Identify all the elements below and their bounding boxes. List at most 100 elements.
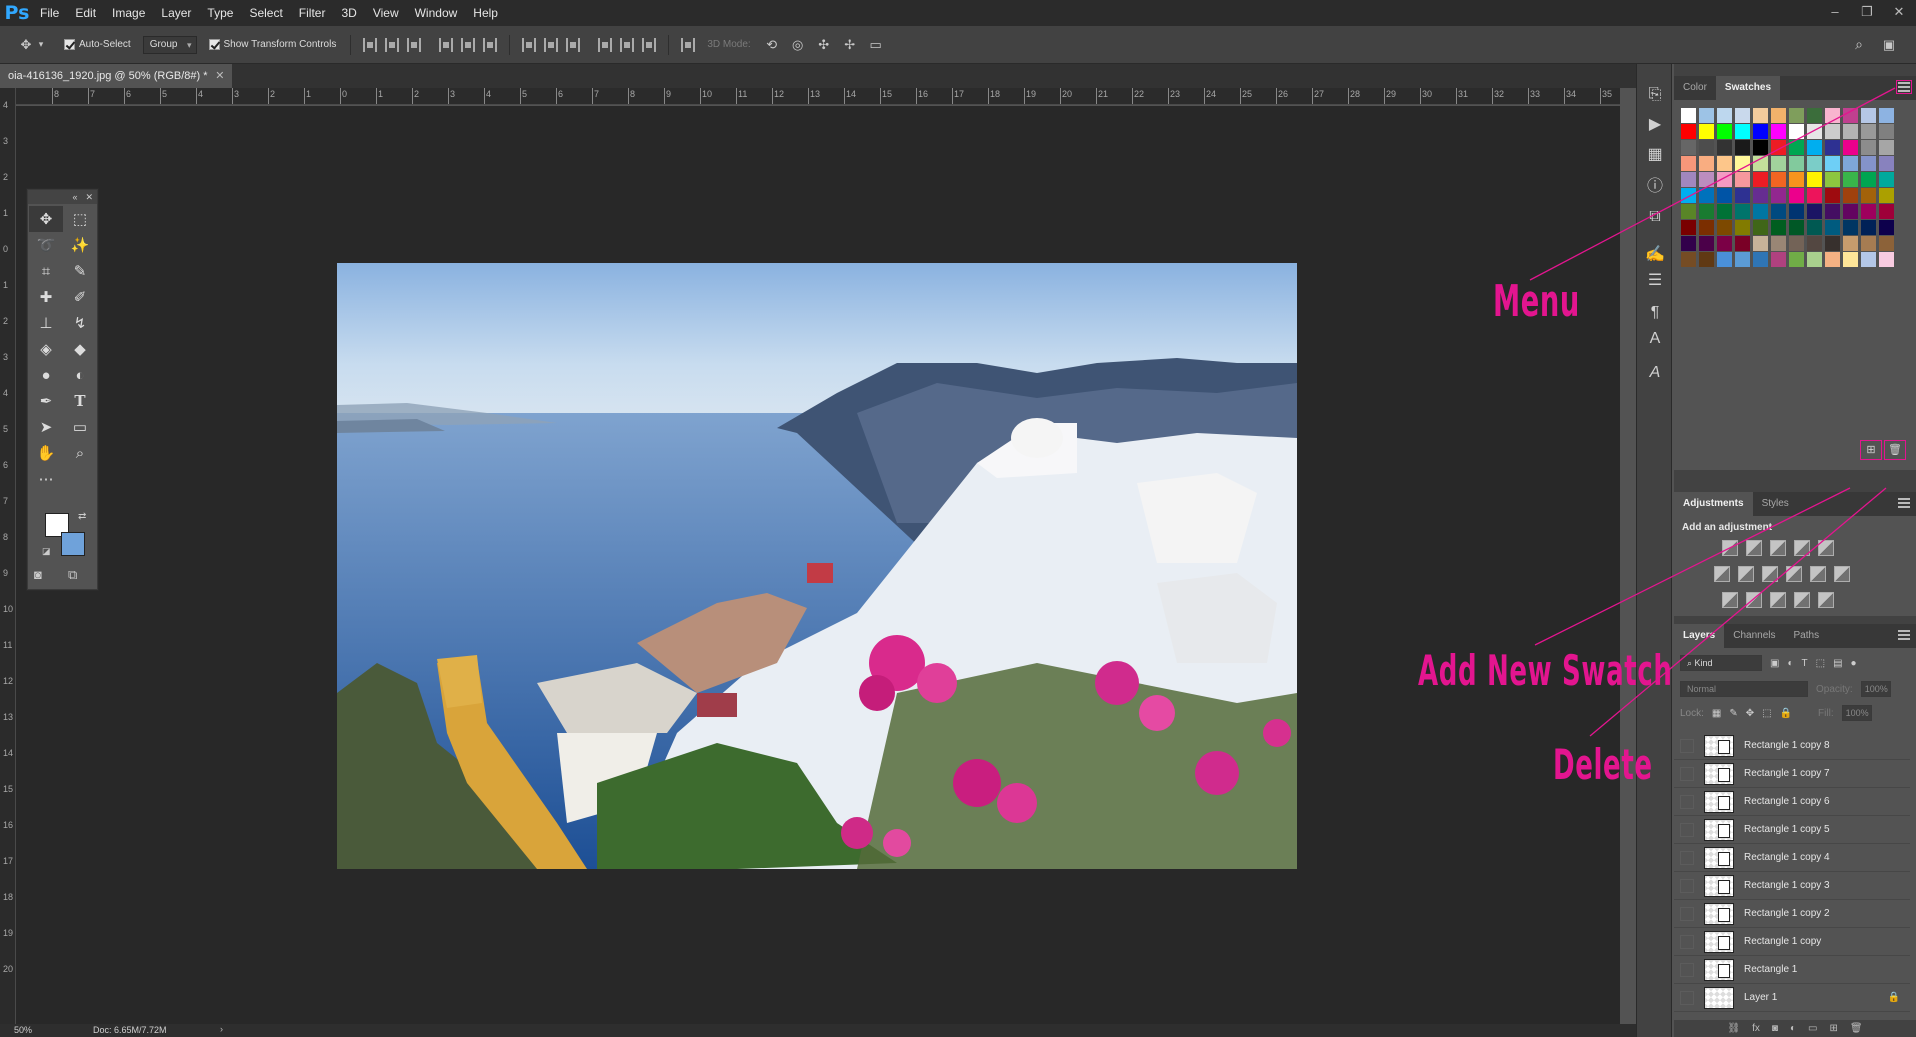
color-swatch[interactable] (1681, 236, 1696, 251)
color-swatch[interactable] (1807, 204, 1822, 219)
color-swatch[interactable] (1699, 156, 1714, 171)
color-swatch[interactable] (1681, 156, 1696, 171)
color-swatch[interactable] (1681, 204, 1696, 219)
brush-tool-icon[interactable]: ✐ (63, 284, 97, 310)
blend-mode-dropdown[interactable]: Normal (1680, 681, 1808, 697)
menu-image[interactable]: Image (104, 0, 153, 26)
link-layers-icon[interactable]: ⛓ (1727, 1020, 1740, 1037)
rectangle-tool-icon[interactable]: ▭ (63, 414, 97, 440)
color-swatch[interactable] (1807, 236, 1822, 251)
align-right-icon[interactable] (483, 37, 498, 52)
3d-slide-icon[interactable]: ✢ (842, 37, 858, 53)
type-tool-icon[interactable]: T (63, 388, 97, 414)
color-swatch[interactable] (1771, 252, 1786, 267)
fill-field[interactable]: 100% (1841, 705, 1872, 721)
lock-position-icon[interactable]: ✥ (1746, 708, 1754, 719)
selective-color-icon[interactable] (1794, 592, 1810, 608)
layer-visibility-icon[interactable] (1680, 850, 1694, 865)
3d-pan-icon[interactable]: ✣ (816, 37, 832, 53)
layer-filter-kind-dropdown[interactable]: ⌕ Kind (1680, 655, 1762, 671)
tab-adjustments[interactable]: Adjustments (1674, 492, 1753, 516)
color-swatch[interactable] (1771, 204, 1786, 219)
layer-visibility-icon[interactable] (1680, 962, 1694, 977)
color-swatch[interactable] (1879, 252, 1894, 267)
minimize-button[interactable]: – (1824, 2, 1846, 22)
color-swatch[interactable] (1861, 140, 1876, 155)
path-selection-tool-icon[interactable]: ➤ (29, 414, 63, 440)
clone-source-icon[interactable]: ⧉ (1637, 208, 1673, 226)
color-swatch[interactable] (1807, 188, 1822, 203)
workspace-icon[interactable]: ▣ (1881, 37, 1897, 53)
filter-adjustment-icon[interactable]: ◐ (1787, 658, 1793, 669)
color-swatch[interactable] (1699, 236, 1714, 251)
color-swatch[interactable] (1807, 108, 1822, 123)
document-image[interactable] (337, 263, 1297, 869)
history-brush-tool-icon[interactable]: ↯ (63, 310, 97, 336)
color-swatch[interactable] (1753, 156, 1768, 171)
lock-all-icon[interactable]: 🔒 (1780, 708, 1792, 719)
glyphs-icon[interactable]: A (1637, 364, 1673, 382)
layer-visibility-icon[interactable] (1680, 934, 1694, 949)
close-panel-icon[interactable]: ✕ (85, 190, 93, 204)
hand-tool-icon[interactable]: ✋ (29, 440, 63, 466)
opacity-field[interactable]: 100% (1860, 681, 1891, 697)
menu-type[interactable]: Type (199, 0, 241, 26)
color-swatch[interactable] (1771, 140, 1786, 155)
color-swatch[interactable] (1717, 252, 1732, 267)
filter-smart-object-icon[interactable]: ▤ (1833, 658, 1842, 669)
color-swatch[interactable] (1825, 188, 1840, 203)
menu-view[interactable]: View (365, 0, 407, 26)
layer-row[interactable]: Rectangle 1 copy 5 (1674, 816, 1910, 844)
align-vertical-center-icon[interactable] (385, 37, 400, 52)
brightness-contrast-icon[interactable] (1722, 540, 1738, 556)
dodge-tool-icon[interactable]: ◐ (63, 362, 97, 388)
layer-visibility-icon[interactable] (1680, 766, 1694, 781)
color-swatch[interactable] (1879, 108, 1894, 123)
color-swatch[interactable] (1699, 124, 1714, 139)
color-swatch[interactable] (1825, 140, 1840, 155)
color-swatch[interactable] (1843, 220, 1858, 235)
color-swatch[interactable] (1807, 252, 1822, 267)
menu-help[interactable]: Help (465, 0, 506, 26)
filter-pixel-icon[interactable]: ▣ (1770, 658, 1779, 669)
threshold-icon[interactable] (1770, 592, 1786, 608)
auto-select-target-dropdown[interactable]: Group (142, 35, 197, 54)
color-swatch[interactable] (1861, 188, 1876, 203)
color-swatch[interactable] (1681, 172, 1696, 187)
color-swatch[interactable] (1753, 172, 1768, 187)
zoom-level[interactable]: 50% (14, 1025, 32, 1035)
actions-play-icon[interactable]: ▶ (1637, 114, 1673, 134)
adjustments-panel-menu-icon[interactable] (1898, 498, 1910, 508)
document-tab[interactable]: oia-416136_1920.jpg @ 50% (RGB/8#) * ✕ (0, 64, 232, 88)
color-swatch[interactable] (1843, 140, 1858, 155)
color-swatch[interactable] (1843, 236, 1858, 251)
color-swatch[interactable] (1861, 236, 1876, 251)
color-swatch[interactable] (1681, 220, 1696, 235)
tab-color[interactable]: Color (1674, 76, 1716, 100)
distribute-left-icon[interactable] (598, 37, 613, 52)
paragraph-styles-icon[interactable]: ¶ (1637, 304, 1673, 322)
move-tool-icon[interactable]: ✥ (29, 206, 63, 232)
color-swatch[interactable] (1717, 204, 1732, 219)
layers-panel-menu-icon[interactable] (1898, 630, 1910, 640)
add-mask-icon[interactable]: ◙ (1772, 1020, 1778, 1037)
pen-tool-icon[interactable]: ✒ (29, 388, 63, 414)
layer-thumbnail[interactable] (1704, 846, 1734, 869)
color-swatch[interactable] (1843, 108, 1858, 123)
paint-bucket-tool-icon[interactable]: ◆ (63, 336, 97, 362)
color-swatch[interactable] (1753, 204, 1768, 219)
properties-icon[interactable]: ☰ (1637, 270, 1673, 290)
character-icon[interactable]: A (1637, 330, 1673, 348)
layer-visibility-icon[interactable] (1680, 794, 1694, 809)
tab-paths[interactable]: Paths (1785, 624, 1829, 648)
color-swatch[interactable] (1789, 188, 1804, 203)
crop-tool-icon[interactable]: ⌗ (29, 258, 63, 284)
distribute-bottom-icon[interactable] (566, 37, 581, 52)
color-swatch[interactable] (1807, 172, 1822, 187)
color-balance-icon[interactable] (1738, 566, 1754, 582)
color-swatch[interactable] (1717, 172, 1732, 187)
blur-tool-icon[interactable]: ● (29, 362, 63, 388)
layer-thumbnail[interactable] (1704, 902, 1734, 925)
layer-thumbnail[interactable] (1704, 734, 1734, 757)
layer-thumbnail[interactable] (1704, 762, 1734, 785)
